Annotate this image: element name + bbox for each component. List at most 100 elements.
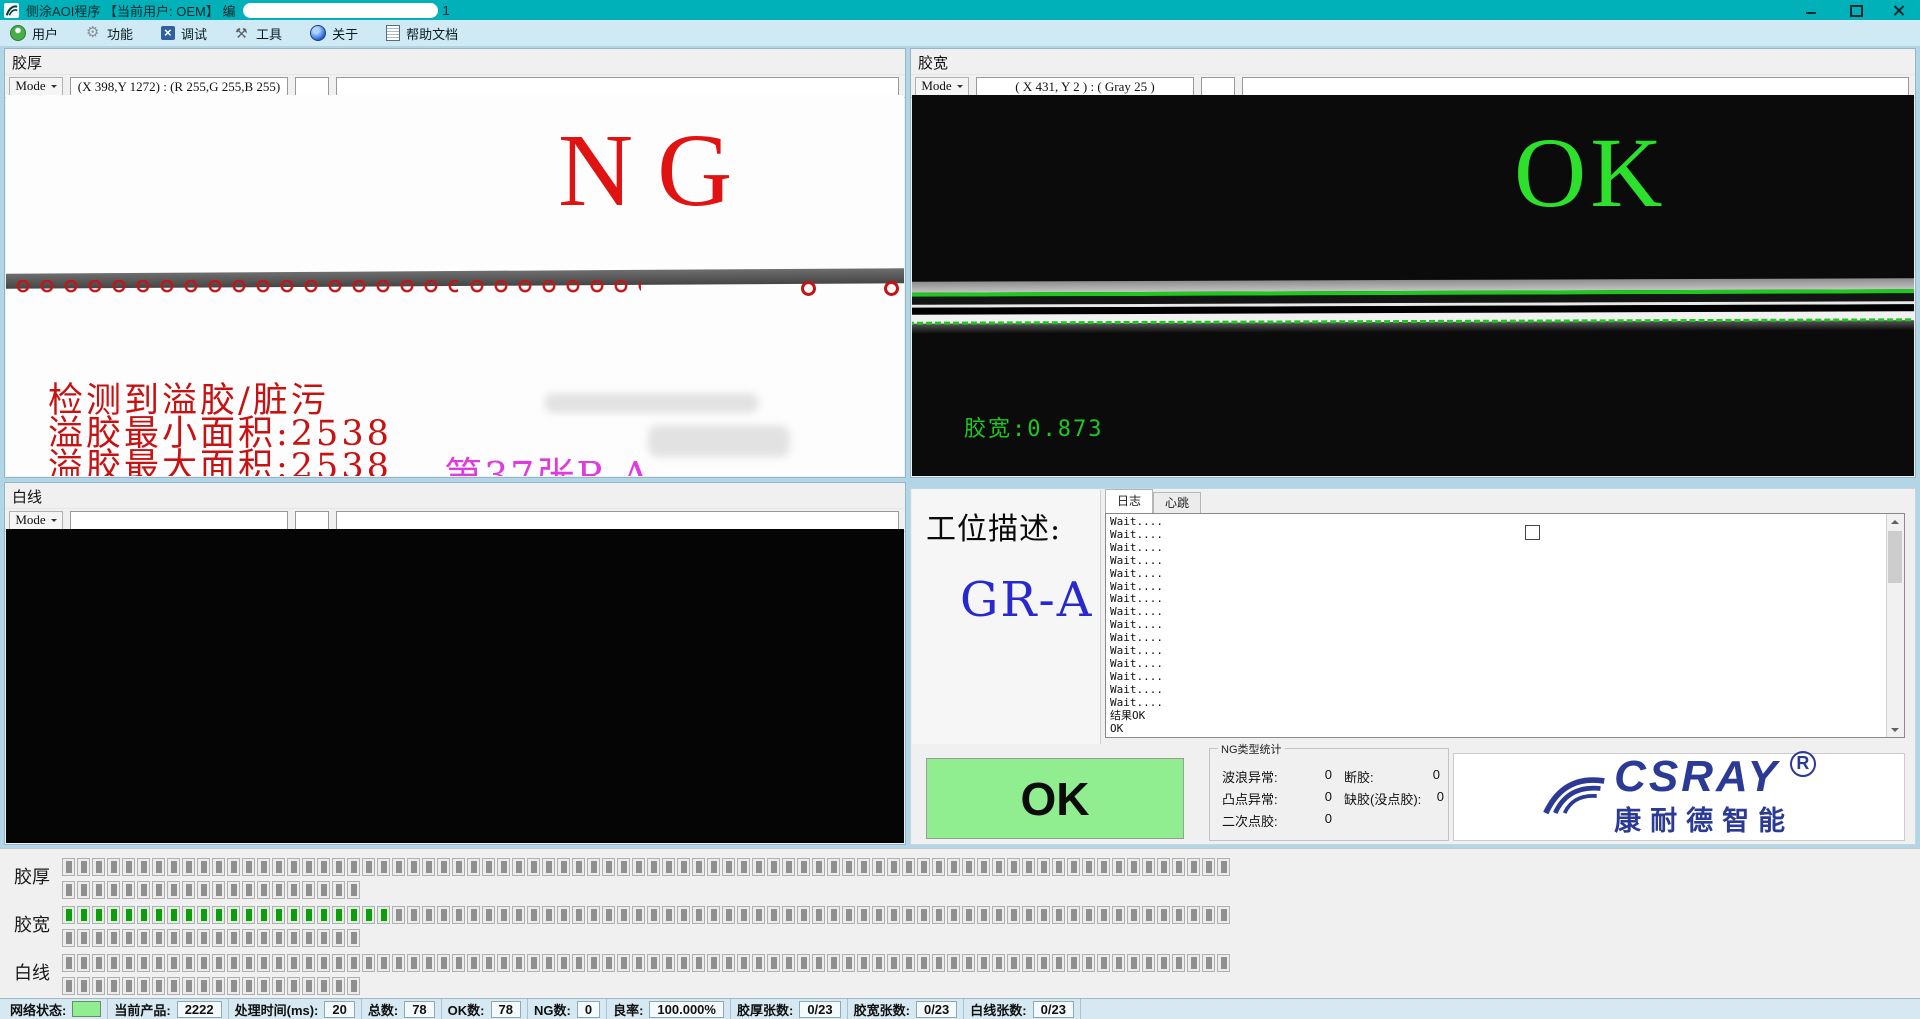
indicator-cell: [167, 881, 180, 899]
indicator-cell: [782, 858, 795, 876]
log-panel[interactable]: Wait....Wait....Wait....Wait....Wait....…: [1105, 513, 1905, 738]
ng-statistics-group: NG类型统计 波浪异常:0 凸点异常:0 二次点胶:0 断胶:0 缺胶(没点胶)…: [1209, 748, 1449, 841]
indicator-cell: [242, 881, 255, 899]
indicator-cell: [107, 954, 120, 972]
menu-item-about[interactable]: 关于: [310, 24, 358, 43]
indicator-cell: [1127, 906, 1140, 924]
indicator-cell: [1127, 954, 1140, 972]
indicator-cell: [212, 881, 225, 899]
log-line: Wait....: [1110, 542, 1884, 555]
status-value: 2222: [177, 1001, 222, 1018]
scrollbar-thumb[interactable]: [1888, 531, 1902, 583]
mode-dropdown[interactable]: Mode: [9, 77, 63, 96]
indicator-cell: [947, 906, 960, 924]
scroll-down-icon[interactable]: [1887, 721, 1903, 737]
minimize-button[interactable]: [1804, 3, 1818, 17]
indicator-cell: [1082, 858, 1095, 876]
indicator-cell: [227, 929, 240, 947]
indicator-group-label: 白线: [14, 959, 50, 985]
indicator-cell: [647, 906, 660, 924]
stat-row: 凸点异常:0: [1222, 789, 1332, 808]
menu-item-user[interactable]: 用户: [10, 24, 58, 43]
indicator-cell: [977, 906, 990, 924]
log-scrollbar[interactable]: [1886, 514, 1904, 737]
indicator-cell: [977, 954, 990, 972]
indicator-cell: [137, 977, 150, 995]
log-line: Wait....: [1110, 555, 1884, 568]
indicator-cell: [557, 858, 570, 876]
scroll-up-icon[interactable]: [1887, 514, 1903, 530]
app-icon: [4, 3, 19, 18]
pixel-coordinate-readout: (X 398,Y 1272) : (R 255,G 255,B 255): [70, 77, 288, 96]
indicator-cell: [122, 881, 135, 899]
close-button[interactable]: [1892, 3, 1906, 17]
censored-smudge: [544, 393, 759, 413]
indicator-cell: [827, 906, 840, 924]
indicator-cell: [1007, 954, 1020, 972]
indicator-row-glue-width-1: [62, 906, 1232, 924]
indicator-cell: [242, 929, 255, 947]
indicator-cell: [227, 977, 240, 995]
indicator-cell: [527, 906, 540, 924]
indicator-cell: [767, 906, 780, 924]
indicator-cell: [1067, 954, 1080, 972]
status-label: 白线张数:: [970, 1000, 1026, 1019]
indicator-cell: [347, 858, 360, 876]
log-tabs: 日志 心跳: [1105, 490, 1201, 513]
menu-item-functions[interactable]: 功能: [86, 24, 133, 43]
stat-value: 0: [1325, 789, 1332, 808]
indicator-cell: [317, 906, 330, 924]
mode-dropdown[interactable]: Mode: [9, 511, 63, 530]
indicator-cell: [512, 906, 525, 924]
indicator-cell: [527, 858, 540, 876]
indicator-cell: [767, 954, 780, 972]
menu-item-debug[interactable]: 调试: [161, 24, 207, 43]
indicator-cell: [452, 906, 465, 924]
indicator-cell: [752, 858, 765, 876]
censored-smudge: [648, 425, 790, 457]
indicator-cell: [647, 954, 660, 972]
indicator-cell: [842, 858, 855, 876]
indicator-cell: [332, 858, 345, 876]
indicator-cell: [347, 977, 360, 995]
status-value: 0/23: [1033, 1001, 1074, 1018]
status-value: 0/23: [799, 1001, 840, 1018]
menu-item-help[interactable]: 帮助文档: [386, 24, 458, 43]
camera-image-glue-thickness[interactable]: NG 检测到溢胶/脏污 溢胶最小面积:2538 溢胶最大面积:2538 第37张…: [6, 95, 904, 476]
indicator-cell: [92, 881, 105, 899]
indicator-cell: [122, 929, 135, 947]
log-line: Wait....: [1110, 581, 1884, 594]
indicator-cell: [587, 858, 600, 876]
log-checkbox[interactable]: [1525, 525, 1540, 540]
camera-image-glue-width[interactable]: OK 胶宽:0.873: [912, 95, 1914, 476]
indicator-cell: [122, 954, 135, 972]
tab-heartbeat[interactable]: 心跳: [1153, 492, 1201, 513]
camera-image-white-line[interactable]: [6, 529, 904, 843]
indicator-cell: [107, 858, 120, 876]
indicator-cell: [77, 906, 90, 924]
indicator-cell: [962, 954, 975, 972]
indicator-cell: [722, 954, 735, 972]
indicator-cell: [197, 906, 210, 924]
mode-dropdown[interactable]: Mode: [915, 77, 969, 96]
stat-value: 0: [1325, 811, 1332, 830]
menu-item-tools[interactable]: 工具: [235, 24, 282, 43]
status-total-count: 总数:78: [362, 999, 442, 1019]
indicator-cell: [182, 881, 195, 899]
indicator-cell: [362, 906, 375, 924]
indicator-cell: [182, 929, 195, 947]
status-current-product: 当前产品:2222: [108, 999, 228, 1019]
indicator-cell: [92, 929, 105, 947]
indicator-cell: [317, 929, 330, 947]
maximize-button[interactable]: [1848, 3, 1862, 17]
menubar: 用户 功能 调试 工具 关于 帮助文档: [0, 20, 1920, 47]
indicator-cell: [1037, 858, 1050, 876]
station-description-label: 工位描述:: [926, 504, 1100, 548]
indicator-cell: [857, 954, 870, 972]
indicator-cell: [317, 954, 330, 972]
log-line: Wait....: [1110, 568, 1884, 581]
indicator-row-white-line-2: [62, 977, 362, 995]
tab-log[interactable]: 日志: [1105, 489, 1153, 513]
indicator-row-glue-width-2: [62, 929, 362, 947]
indicator-cell: [167, 906, 180, 924]
